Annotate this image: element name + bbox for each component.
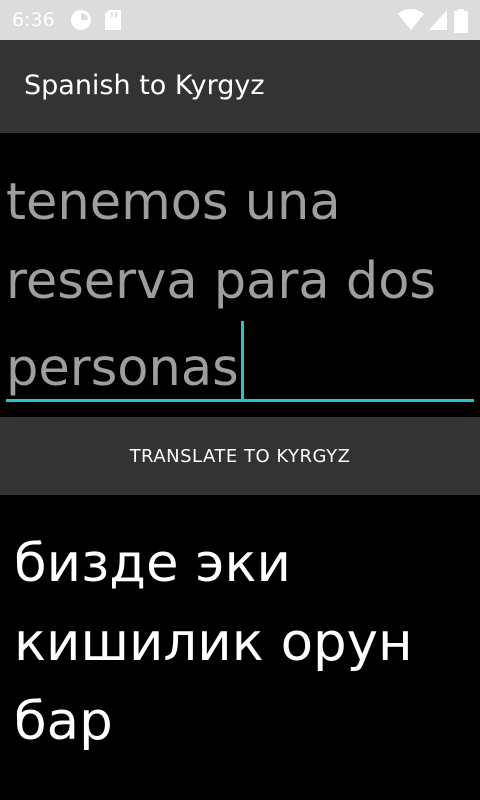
sync-icon: [70, 9, 92, 36]
wifi-icon: [398, 8, 424, 36]
app-title: Spanish to Kyrgyz: [24, 70, 265, 101]
status-bar: 6:36: [0, 0, 480, 40]
signal-icon: [428, 9, 448, 36]
battery-icon: [454, 9, 468, 38]
sd-card-icon: [104, 9, 122, 36]
source-text-value[interactable]: tenemos una reserva para dos personas: [6, 173, 436, 398]
input-underline: [6, 399, 474, 402]
status-time: 6:36: [12, 9, 55, 31]
source-text-input[interactable]: tenemos una reserva para dos personas: [6, 163, 474, 403]
app-bar: Spanish to Kyrgyz: [0, 40, 480, 133]
translation-output: бизде эки кишилик орун бар: [14, 533, 413, 752]
text-cursor: [240, 321, 244, 399]
translate-button[interactable]: TRANSLATE TO KYRGYZ: [0, 417, 480, 495]
main-content: tenemos una reserva para dos personas TR…: [0, 133, 480, 800]
